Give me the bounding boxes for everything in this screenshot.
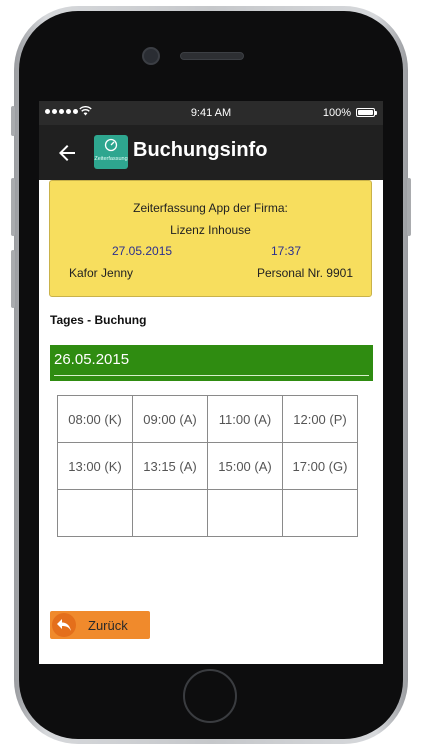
screen: 9:41 AM 100% Zeiterfassung Buchungsinfo … xyxy=(39,101,383,664)
gauge-icon xyxy=(104,138,118,152)
table-row: 08:00 (K) 09:00 (A) 11:00 (A) 12:00 (P) xyxy=(57,395,358,443)
table-row xyxy=(57,489,358,537)
booking-cell[interactable]: 15:00 (A) xyxy=(207,442,283,490)
booking-cell[interactable]: 11:00 (A) xyxy=(207,395,283,443)
home-button[interactable] xyxy=(183,669,237,723)
battery-icon xyxy=(356,108,377,117)
section-title: Tages - Buchung xyxy=(50,313,147,327)
date-value: 26.05.2015 xyxy=(54,351,130,368)
status-bar: 9:41 AM 100% xyxy=(39,101,383,125)
mute-switch xyxy=(11,106,15,136)
app-logo: Zeiterfassung xyxy=(94,135,128,169)
personal-number: Personal Nr. 9901 xyxy=(256,266,353,280)
volume-down-button xyxy=(11,250,15,308)
date-input[interactable]: 26.05.2015 xyxy=(50,345,373,381)
current-date: 27.05.2015 xyxy=(112,244,173,258)
booking-grid: 08:00 (K) 09:00 (A) 11:00 (A) 12:00 (P) … xyxy=(57,395,358,537)
zurueck-button[interactable]: Zurück xyxy=(50,611,150,639)
logo-text: Zeiterfassung xyxy=(94,156,128,162)
booking-cell[interactable] xyxy=(282,489,358,537)
booking-cell[interactable]: 08:00 (K) xyxy=(57,395,133,443)
license-line: Lizenz Inhouse xyxy=(170,223,251,237)
app-bar: Zeiterfassung Buchungsinfo xyxy=(39,125,383,180)
booking-cell[interactable] xyxy=(57,489,133,537)
earpiece-speaker xyxy=(180,52,244,60)
input-underline xyxy=(54,375,369,376)
booking-cell[interactable]: 09:00 (A) xyxy=(132,395,208,443)
power-button xyxy=(407,178,411,236)
volume-up-button xyxy=(11,178,15,236)
page-title: Buchungsinfo xyxy=(133,139,268,161)
undo-arrow-icon xyxy=(52,613,76,637)
company-info-card: Zeiterfassung App der Firma: Lizenz Inho… xyxy=(49,180,372,297)
table-row: 13:00 (K) 13:15 (A) 15:00 (A) 17:00 (G) xyxy=(57,442,358,490)
booking-cell[interactable] xyxy=(132,489,208,537)
booking-cell[interactable]: 13:15 (A) xyxy=(132,442,208,490)
back-arrow-icon[interactable] xyxy=(55,141,79,165)
company-line: Zeiterfassung App der Firma: xyxy=(133,201,288,215)
battery-percent: 100% xyxy=(322,107,351,119)
booking-cell[interactable]: 13:00 (K) xyxy=(57,442,133,490)
booking-cell[interactable]: 17:00 (G) xyxy=(282,442,358,490)
booking-cell[interactable] xyxy=(207,489,283,537)
zurueck-label: Zurück xyxy=(88,617,128,633)
front-camera xyxy=(142,47,160,65)
booking-cell[interactable]: 12:00 (P) xyxy=(282,395,358,443)
current-time: 17:37 xyxy=(271,244,302,258)
employee-name: Kafor Jenny xyxy=(69,266,134,280)
